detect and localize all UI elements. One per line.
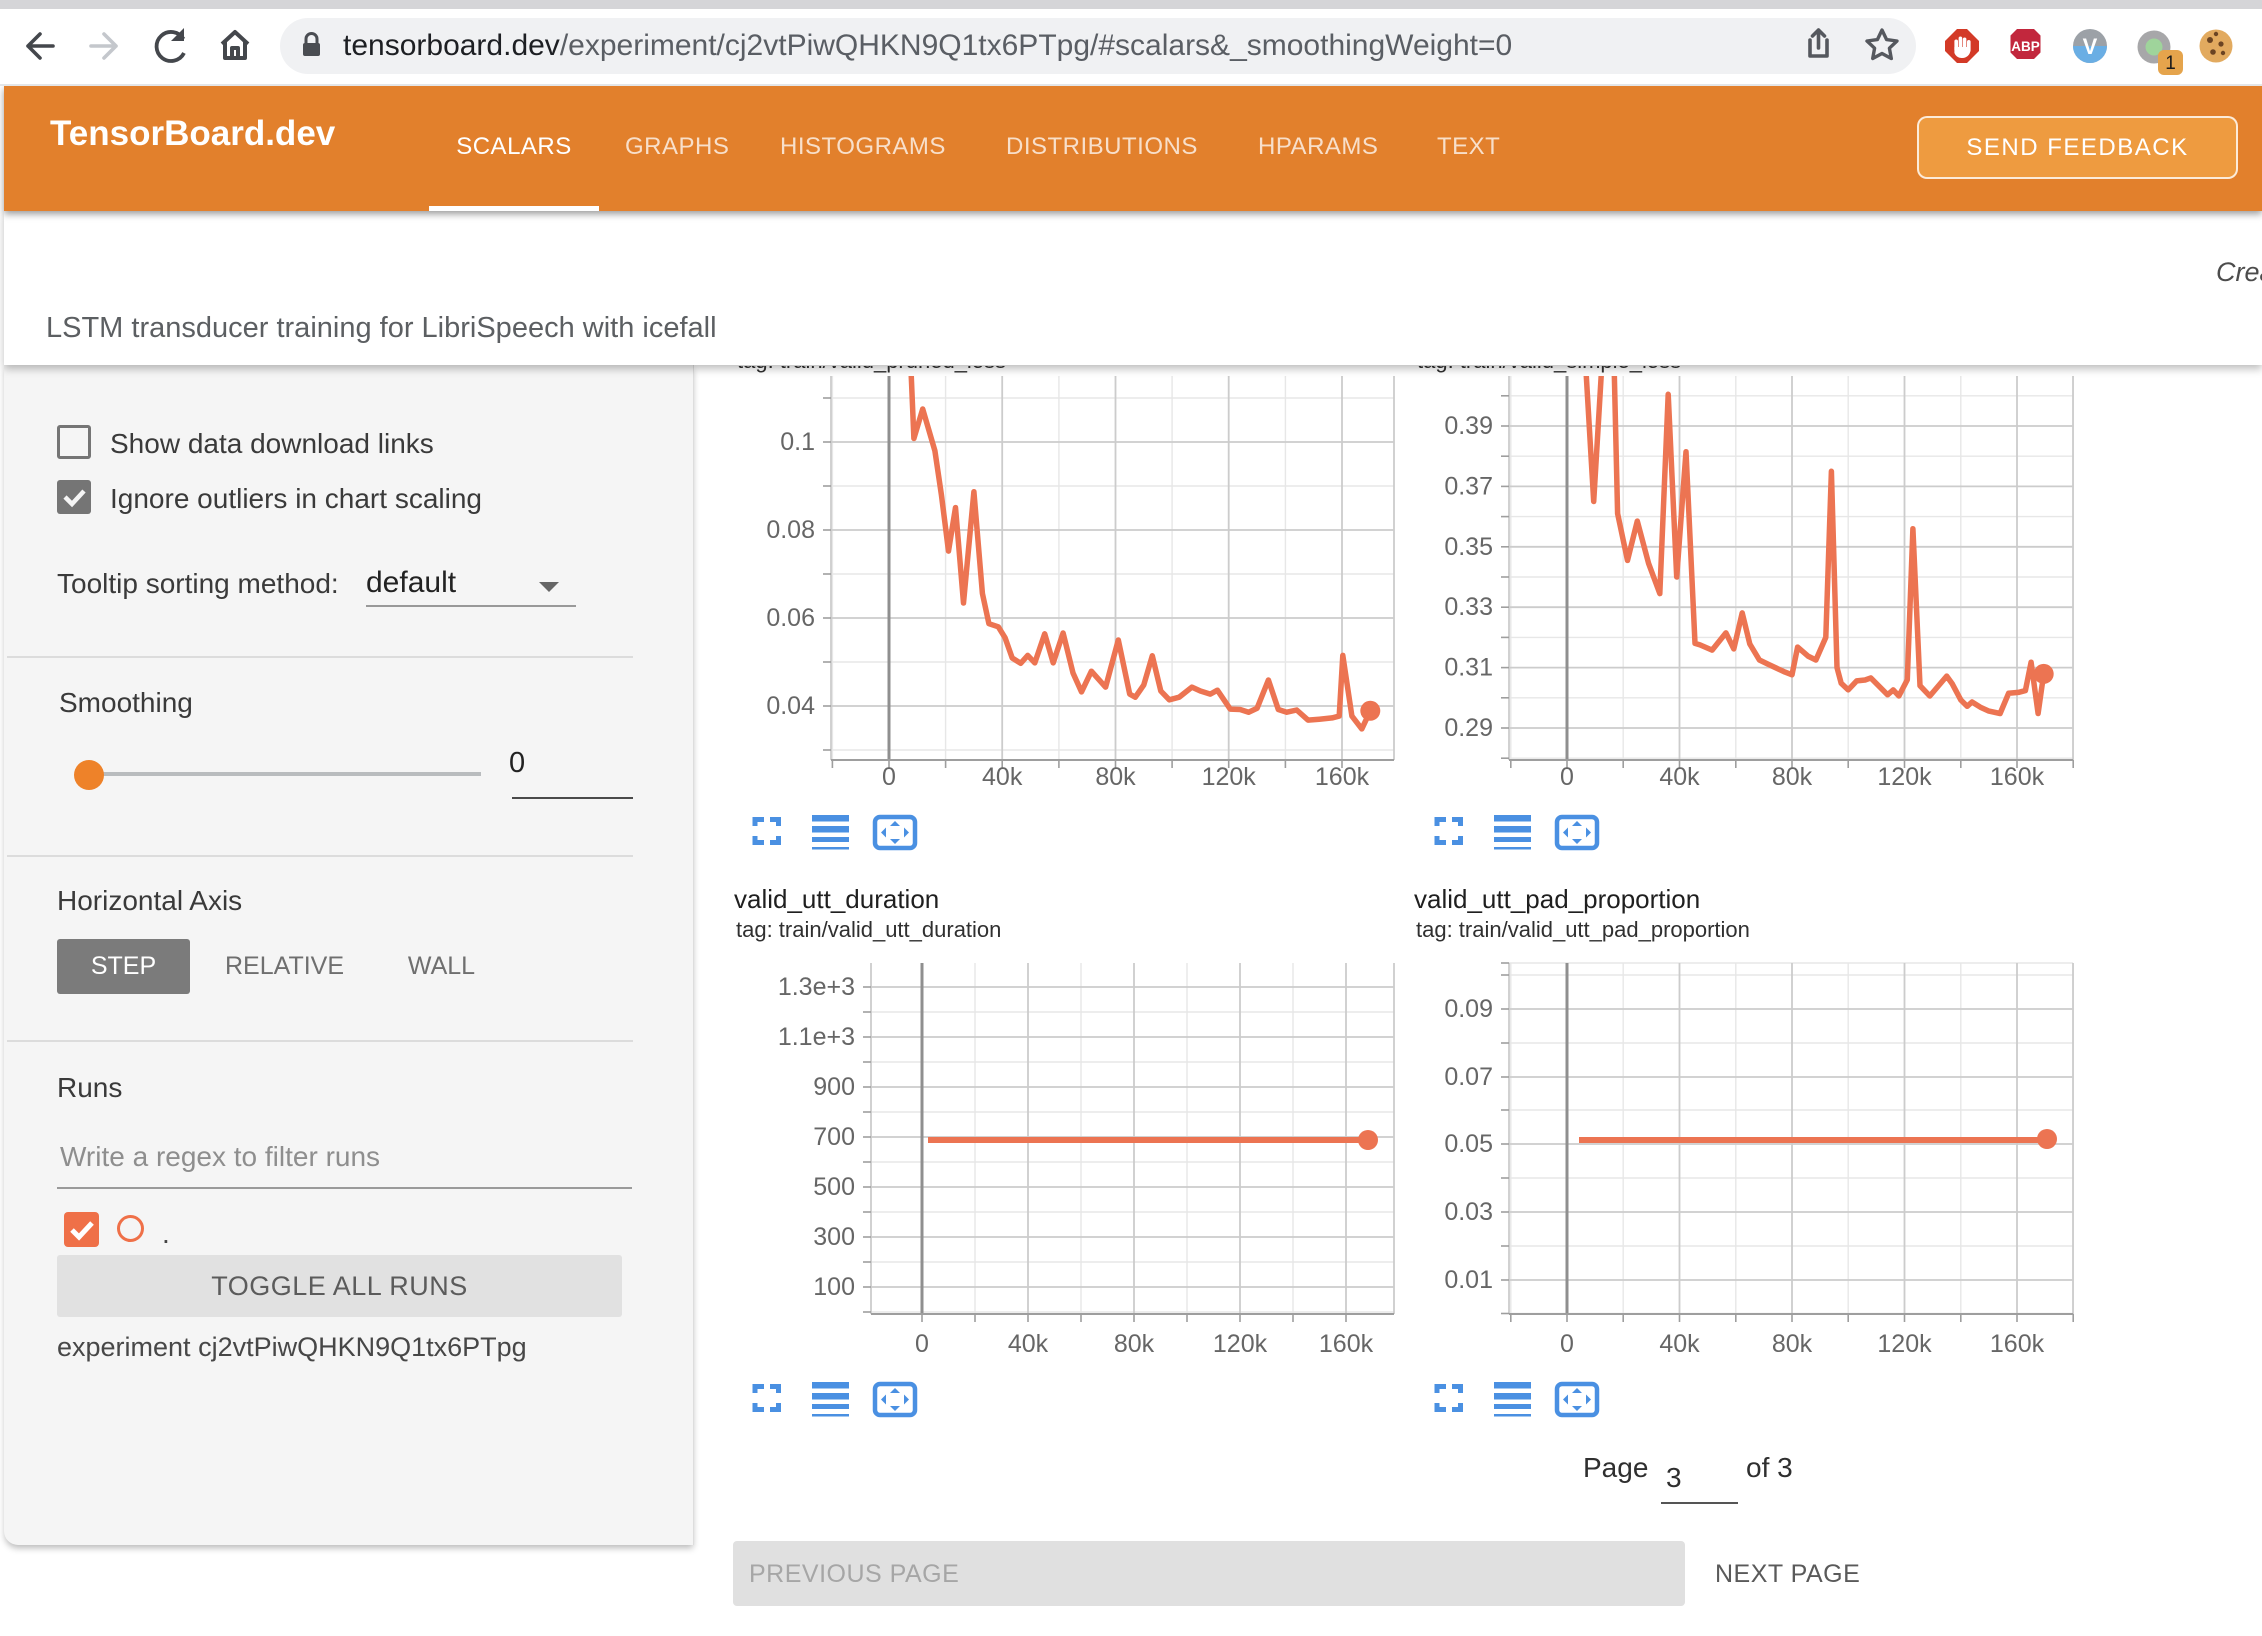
svg-text:0.05: 0.05 — [1444, 1130, 1493, 1158]
svg-text:0.31: 0.31 — [1444, 654, 1493, 682]
svg-text:80k: 80k — [1095, 763, 1136, 791]
svg-text:120k: 120k — [1202, 763, 1257, 791]
svg-text:1.3e+3: 1.3e+3 — [778, 973, 855, 1001]
svg-text:40k: 40k — [1659, 1330, 1700, 1358]
svg-text:40k: 40k — [1008, 1330, 1049, 1358]
svg-text:0.06: 0.06 — [766, 604, 815, 632]
svg-text:1.1e+3: 1.1e+3 — [778, 1023, 855, 1051]
svg-text:0.04: 0.04 — [766, 692, 815, 720]
svg-text:160k: 160k — [1315, 763, 1370, 791]
svg-text:ABP: ABP — [2011, 39, 2040, 54]
svg-text:0.09: 0.09 — [1444, 995, 1493, 1023]
svg-text:0.29: 0.29 — [1444, 714, 1493, 742]
svg-text:V: V — [2083, 34, 2098, 59]
svg-text:120k: 120k — [1877, 763, 1932, 791]
svg-text:300: 300 — [813, 1223, 855, 1251]
svg-text:0.01: 0.01 — [1444, 1266, 1493, 1294]
svg-text:0.07: 0.07 — [1444, 1063, 1493, 1091]
svg-text:1: 1 — [2165, 53, 2176, 74]
svg-text:0: 0 — [882, 763, 896, 791]
svg-text:500: 500 — [813, 1173, 855, 1201]
svg-text:0: 0 — [915, 1330, 929, 1358]
svg-text:0.39: 0.39 — [1444, 412, 1493, 440]
svg-text:0.33: 0.33 — [1444, 593, 1493, 621]
svg-text:0.37: 0.37 — [1444, 472, 1493, 500]
svg-text:80k: 80k — [1772, 763, 1813, 791]
svg-text:80k: 80k — [1772, 1330, 1813, 1358]
svg-text:160k: 160k — [1990, 763, 2045, 791]
svg-text:40k: 40k — [1659, 763, 1700, 791]
svg-text:900: 900 — [813, 1073, 855, 1101]
svg-text:0.08: 0.08 — [766, 516, 815, 544]
svg-text:40k: 40k — [982, 763, 1023, 791]
svg-text:100: 100 — [813, 1273, 855, 1301]
svg-text:0.1: 0.1 — [780, 428, 815, 456]
svg-text:120k: 120k — [1213, 1330, 1268, 1358]
svg-text:700: 700 — [813, 1123, 855, 1151]
svg-text:0.03: 0.03 — [1444, 1198, 1493, 1226]
svg-text:160k: 160k — [1319, 1330, 1374, 1358]
svg-text:0: 0 — [1560, 1330, 1574, 1358]
svg-text:120k: 120k — [1877, 1330, 1932, 1358]
svg-text:0.35: 0.35 — [1444, 533, 1493, 561]
svg-text:0: 0 — [1560, 763, 1574, 791]
svg-text:160k: 160k — [1990, 1330, 2045, 1358]
svg-text:80k: 80k — [1114, 1330, 1155, 1358]
